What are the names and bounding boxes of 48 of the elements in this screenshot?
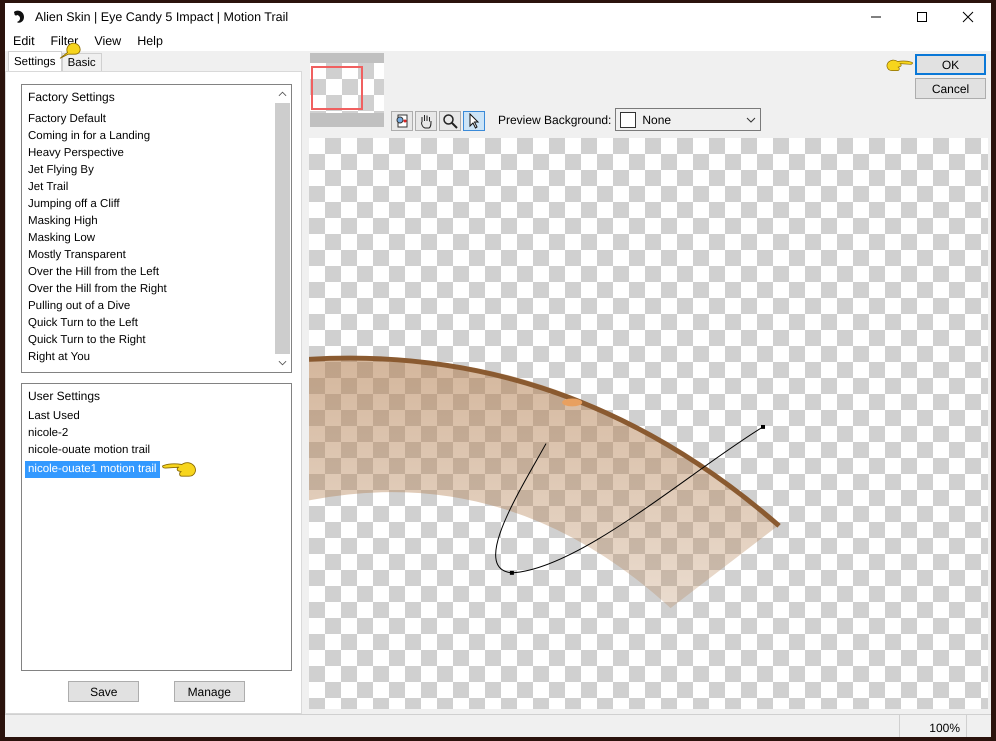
list-item[interactable]: Jet Flying By	[22, 162, 274, 179]
list-item[interactable]: Jet Trail	[22, 179, 274, 196]
preview-background-label: Preview Background:	[498, 113, 612, 127]
settings-button[interactable]: Manage	[174, 681, 245, 702]
list-item[interactable]: Quick Turn to the Left	[22, 315, 274, 332]
hand-icon	[418, 113, 434, 129]
window-title: Alien Skin | Eye Candy 5 Impact | Motion Trail	[35, 10, 290, 24]
list-item[interactable]: Mostly Transparent	[22, 247, 274, 264]
tab[interactable]: Settings	[8, 51, 62, 71]
menu-item[interactable]: Edit	[13, 34, 35, 48]
list-item[interactable]: Factory Default	[22, 111, 274, 128]
scroll-down-icon[interactable]	[278, 360, 287, 366]
app-logo-icon	[11, 9, 27, 25]
scroll-up-icon[interactable]	[278, 91, 287, 97]
menu-item[interactable]: Help	[137, 34, 163, 48]
pointer-tool-button[interactable]	[463, 111, 485, 131]
dialog-button[interactable]: Cancel	[915, 78, 986, 99]
magnifier-icon	[442, 113, 458, 129]
navigator-thumbnail[interactable]	[310, 53, 384, 127]
list-item[interactable]: Jumping off a Cliff	[22, 196, 274, 213]
hand-tool-button[interactable]	[415, 111, 437, 131]
list-item[interactable]: Right at You	[22, 349, 274, 366]
list-heading: User Settings	[27, 388, 102, 405]
settings-button[interactable]: Save	[68, 681, 140, 702]
checker-swatch-icon	[620, 112, 636, 128]
tab[interactable]: Basic	[62, 53, 102, 71]
list-item[interactable]: Masking High	[22, 213, 274, 230]
list-item[interactable]: nicole-ouate motion trail	[25, 442, 154, 459]
menu-item[interactable]: View	[94, 34, 122, 48]
list-item[interactable]: Over the Hill from the Right	[22, 281, 274, 298]
preview-icon	[394, 113, 410, 129]
dialog-button[interactable]: OK	[915, 54, 986, 75]
preview-toggle-button[interactable]	[391, 111, 413, 131]
list-item[interactable]: Heavy Perspective	[22, 145, 274, 162]
list-heading: Factory Settings	[27, 89, 116, 106]
list-item[interactable]: nicole-2	[25, 425, 72, 442]
zoom-level: 100%	[928, 721, 961, 735]
preview-background-dropdown[interactable]: None	[615, 108, 762, 131]
list-item[interactable]: Over the Hill from the Left	[22, 264, 274, 281]
list-item[interactable]: Masking Low	[22, 230, 274, 247]
caret-icon	[746, 116, 756, 122]
list-item[interactable]: Pulling out of a Dive	[22, 298, 274, 315]
motion-path-curve[interactable]	[495, 424, 766, 575]
list-item[interactable]: Quick Turn to the Right	[22, 332, 274, 349]
list-item[interactable]: Coming in for a Landing	[22, 128, 274, 145]
zoom-tool-button[interactable]	[439, 111, 461, 131]
list-item[interactable]: Last Used	[25, 408, 83, 425]
pointing-hand-icon	[162, 459, 198, 479]
